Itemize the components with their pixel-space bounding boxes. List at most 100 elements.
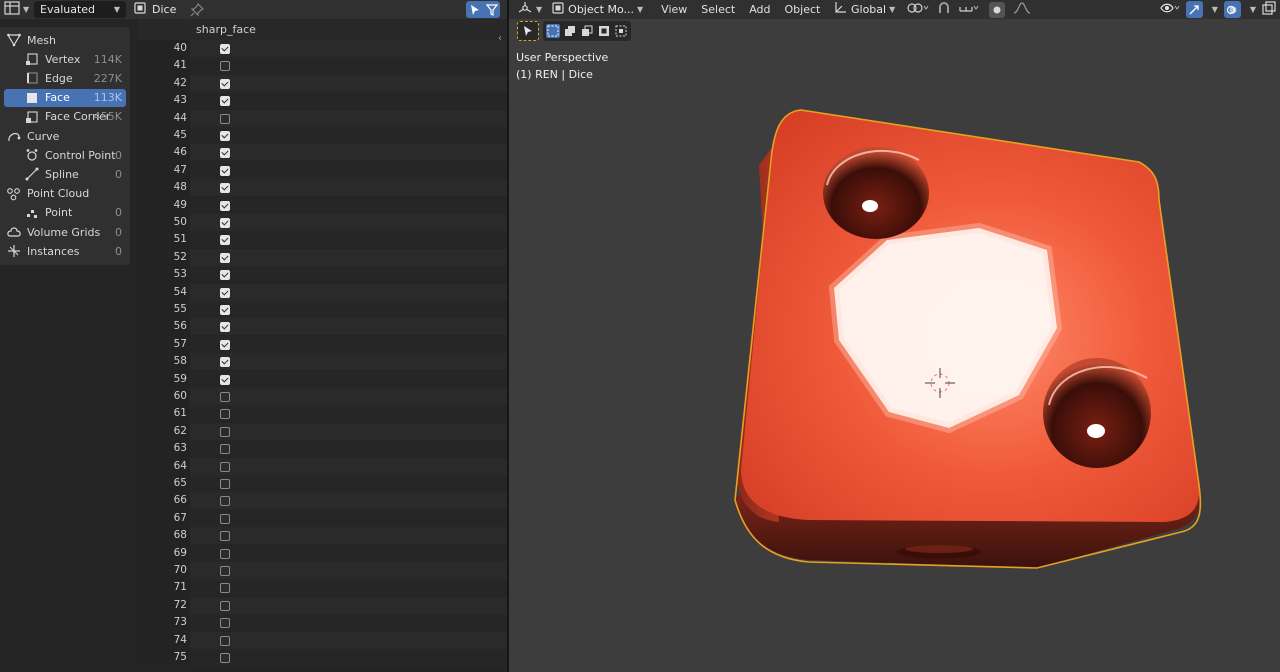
checkbox-checked-icon	[220, 270, 230, 281]
checkbox-unchecked-icon	[220, 61, 230, 72]
select-tool-button[interactable]	[517, 21, 539, 41]
checkbox-unchecked-icon	[220, 461, 230, 472]
pivot-point-icon[interactable]	[907, 1, 929, 18]
sidebar-item-count: 0	[115, 167, 122, 181]
interaction-mode-dropdown[interactable]: Object Mo... ▼	[548, 1, 648, 18]
select-subtract-button[interactable]	[580, 24, 594, 38]
table-row: 49	[138, 196, 507, 214]
sidebar-item-spline[interactable]: Spline 0	[4, 165, 126, 183]
overlays-icon	[1227, 5, 1237, 14]
evaluation-dropdown[interactable]: Evaluated ▼	[34, 1, 126, 18]
checkbox-unchecked-icon	[220, 600, 230, 611]
pin-icon[interactable]	[190, 1, 205, 18]
table-row: 53	[138, 266, 507, 284]
chevron-down-icon[interactable]: ▼	[1250, 5, 1256, 14]
checkbox-checked-icon	[220, 96, 230, 107]
menu-add[interactable]: Add	[749, 3, 770, 16]
visibility-eye-icon[interactable]	[1159, 1, 1180, 18]
table-row: 48	[138, 179, 507, 197]
sidebar-item-vertex[interactable]: Vertex 114K	[4, 50, 126, 68]
selected-only-toggle[interactable]	[466, 1, 483, 18]
row-index: 66	[173, 494, 187, 507]
viewport-perspective-label: User Perspective	[516, 51, 609, 64]
viewport-tool-row	[517, 21, 631, 41]
sidebar-item-face[interactable]: Face 113K	[4, 88, 126, 107]
sidebar-item-point-cloud[interactable]: Point Cloud	[4, 185, 126, 203]
checkbox-unchecked-icon	[220, 479, 230, 489]
table-row: 54	[138, 283, 507, 301]
spline-icon	[24, 167, 40, 181]
row-index: 50	[173, 216, 187, 228]
table-row: 69	[138, 544, 507, 562]
table-row: 50	[138, 214, 507, 231]
row-index: 73	[173, 616, 187, 629]
volume-icon	[6, 225, 22, 239]
select-extend-button[interactable]	[563, 24, 577, 38]
row-index: 45	[173, 129, 187, 141]
gizmo-arrows-icon	[1189, 4, 1199, 14]
sidebar-item-instances[interactable]: Instances 0	[4, 242, 126, 260]
sidebar-item-volume-grids[interactable]: Volume Grids 0	[4, 223, 126, 241]
sidebar-collapse-chevron-icon[interactable]: ‹	[498, 33, 502, 44]
sidebar-item-curve[interactable]: Curve	[4, 127, 126, 145]
select-new-button[interactable]	[546, 24, 560, 38]
orientation-label: Global	[851, 3, 887, 16]
table-row: 46	[138, 144, 507, 162]
checkbox-checked-icon	[220, 165, 230, 176]
sidebar-item-edge[interactable]: Edge 227K	[4, 69, 126, 87]
sidebar-item-count: 455K	[93, 110, 122, 124]
row-index: 72	[173, 598, 187, 611]
sidebar-item-label: Curve	[27, 129, 60, 143]
proportional-editing-toggle[interactable]	[989, 1, 1005, 18]
gizmo-toggle[interactable]	[1185, 1, 1203, 18]
checkbox-checked-icon	[220, 200, 230, 211]
checkbox-unchecked-icon	[220, 409, 230, 420]
menu-select[interactable]: Select	[701, 3, 735, 16]
table-row: 62	[138, 422, 507, 440]
filter-toggle[interactable]	[483, 1, 500, 18]
row-index: 48	[173, 181, 187, 194]
menu-view[interactable]: View	[661, 3, 687, 16]
sidebar-item-face-corner[interactable]: Face Corner 455K	[4, 108, 126, 126]
select-invert-button[interactable]	[597, 24, 611, 38]
orientation-axes-icon	[833, 1, 847, 18]
snap-increment-icon[interactable]	[959, 1, 981, 18]
row-index: 54	[173, 285, 187, 298]
snap-magnet-icon[interactable]	[937, 1, 951, 18]
chevron-down-icon: ▼	[23, 5, 30, 14]
menu-object[interactable]: Object	[785, 3, 821, 16]
sidebar-item-control-point[interactable]: Control Point 0	[4, 146, 126, 164]
row-index: 41	[173, 59, 187, 72]
sidebar-item-count: 114K	[93, 52, 122, 66]
chevron-down-icon[interactable]: ▼	[1212, 5, 1218, 14]
dice-pip-bottom-right	[1043, 358, 1151, 468]
table-row: 68	[138, 527, 507, 545]
table-row: 73	[138, 614, 507, 632]
editor-type-button[interactable]: ▼	[517, 1, 542, 18]
sidebar-item-count: 0	[115, 148, 122, 162]
sidebar-item-point[interactable]: Point 0	[4, 204, 126, 222]
viewport-scene[interactable]	[509, 0, 1280, 672]
sidebar-item-mesh[interactable]: Mesh	[4, 31, 126, 49]
checkbox-checked-icon	[220, 78, 230, 89]
editor-type-button[interactable]: ▼	[2, 1, 30, 18]
xray-toggle-icon[interactable]	[1262, 1, 1276, 18]
point-icon	[24, 206, 40, 220]
checkbox-unchecked-icon	[220, 513, 230, 524]
select-intersect-icon	[615, 25, 627, 37]
viewport-object-info: (1) REN | Dice	[516, 68, 593, 81]
table-row: 66	[138, 492, 507, 510]
falloff-curve-icon[interactable]	[1013, 1, 1031, 18]
chevron-down-icon: ▼	[536, 5, 543, 14]
sidebar-item-label: Point	[45, 206, 73, 220]
overlays-toggle[interactable]	[1223, 1, 1241, 18]
sidebar-item-label: Vertex	[45, 52, 81, 66]
column-header-sharp-face[interactable]: sharp_face	[190, 19, 262, 40]
checkbox-checked-icon	[220, 339, 230, 350]
select-intersect-button[interactable]	[614, 24, 628, 38]
row-index: 62	[173, 424, 187, 437]
3d-viewport[interactable]: ▼ Object Mo... ▼ View Select Add Object …	[509, 0, 1280, 672]
row-index: 52	[173, 250, 187, 263]
table-row: 40	[138, 40, 507, 57]
transform-orientation-dropdown[interactable]: Global ▼	[833, 1, 895, 18]
